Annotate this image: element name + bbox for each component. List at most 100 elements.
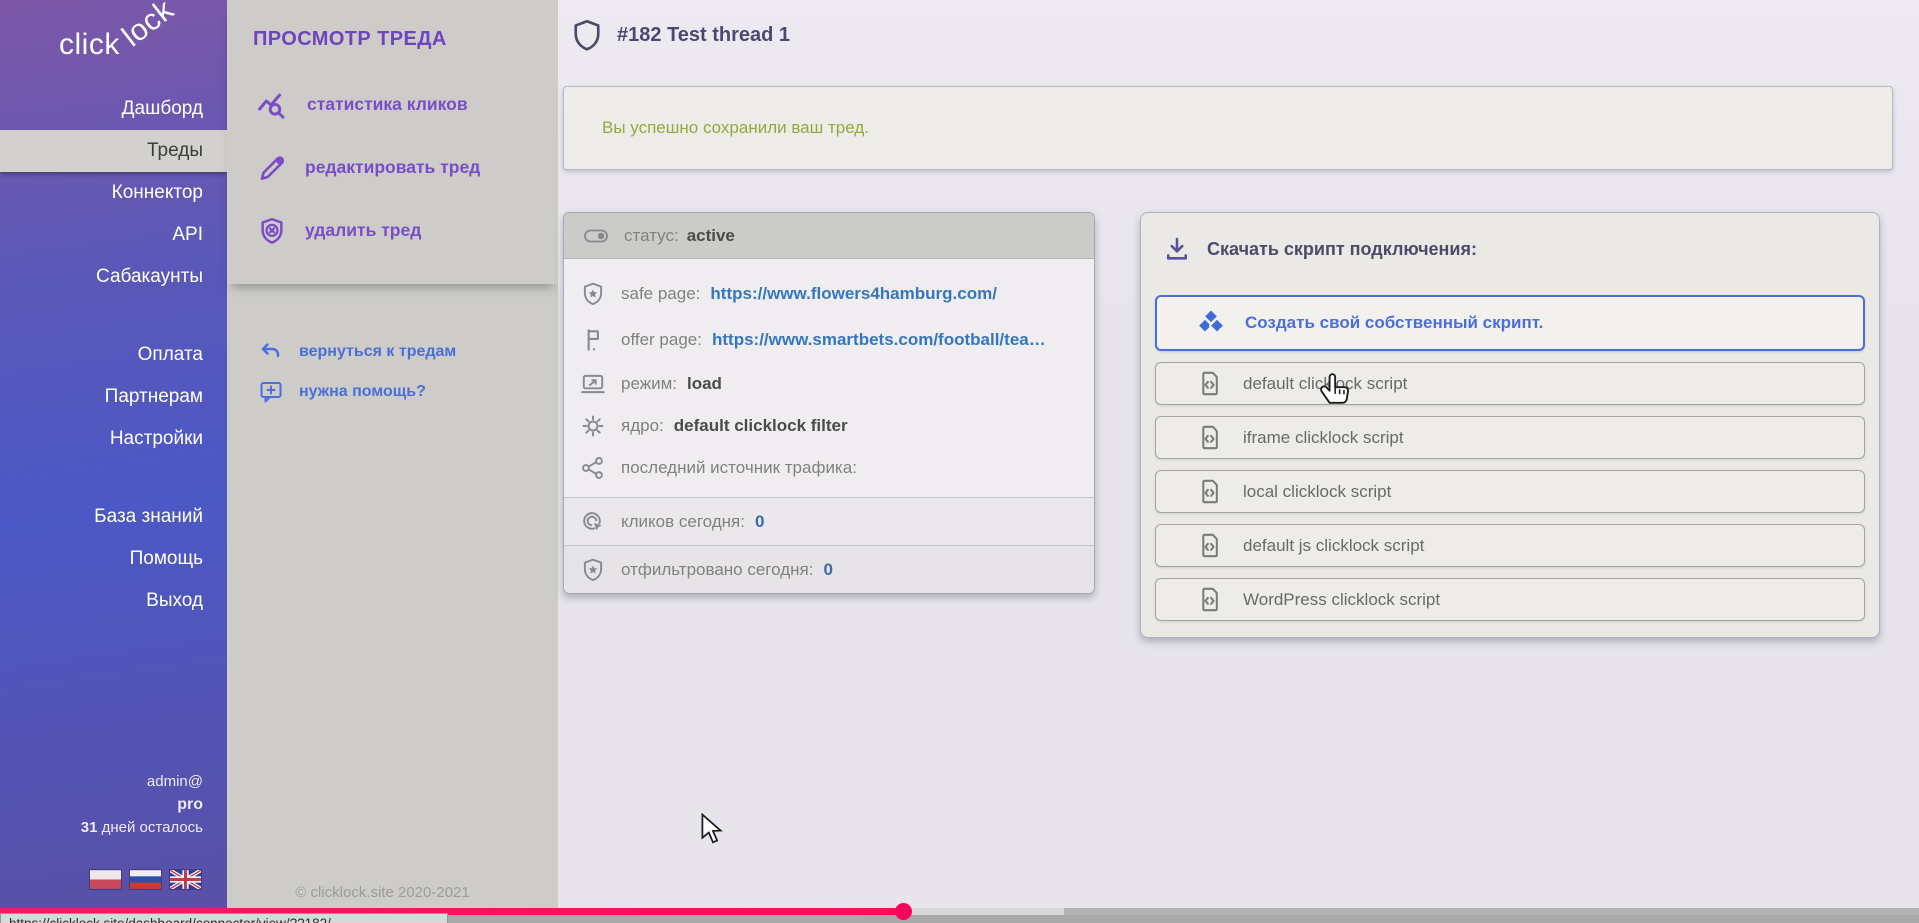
alert-message: Вы успешно сохранили ваш тред. xyxy=(602,118,869,138)
button-label: iframe clicklock script xyxy=(1243,428,1404,448)
download-scripts-card: Скачать скрипт подключения: Создать свой… xyxy=(1140,212,1880,638)
language-switcher xyxy=(90,870,201,889)
file-code-icon xyxy=(1196,478,1223,505)
thread-status-card: статус: active safe page: https://www.fl… xyxy=(563,212,1095,594)
account-plan: pro xyxy=(81,793,203,816)
scripts-card-title: Скачать скрипт подключения: xyxy=(1207,239,1477,260)
sidebar: click lock Дашборд Треды Коннектор API С… xyxy=(0,0,227,923)
panel-links: вернуться к тредам нужна помощь? xyxy=(227,332,558,412)
sidebar-item-settings[interactable]: Настройки xyxy=(0,418,227,460)
button-label: Создать свой собственный скрипт. xyxy=(1245,313,1543,333)
pencil-icon xyxy=(257,153,287,183)
clicklock-logo: click lock xyxy=(59,6,209,76)
sidebar-item-help[interactable]: Помощь xyxy=(0,538,227,580)
safe-page-row: safe page: https://www.flowers4hamburg.c… xyxy=(564,271,1094,317)
row-label: safe page: xyxy=(621,284,700,304)
offer-page-link[interactable]: https://www.smartbets.com/football/tea… xyxy=(712,330,1046,350)
counter-value: 0 xyxy=(755,512,764,532)
core-row: ядро: default clicklock filter xyxy=(564,405,1094,447)
sidebar-nav: Дашборд Треды Коннектор API Сабакаунты О… xyxy=(0,88,227,622)
uk-flag[interactable] xyxy=(170,870,201,889)
sidebar-item-connector[interactable]: Коннектор xyxy=(0,172,227,214)
sidebar-item-partners[interactable]: Партнерам xyxy=(0,376,227,418)
row-value: default clicklock filter xyxy=(674,416,848,436)
shield-star-icon xyxy=(580,557,606,583)
days-text: дней осталось xyxy=(102,819,203,836)
sidebar-item-knowledge-base[interactable]: База знаний xyxy=(0,496,227,538)
file-code-icon xyxy=(1196,586,1223,613)
clicks-today-row: кликов сегодня: 0 xyxy=(564,497,1094,545)
app-window: click lock Дашборд Треды Коннектор API С… xyxy=(0,0,1919,923)
action-label: редактировать тред xyxy=(305,157,480,178)
flag-icon xyxy=(580,327,606,353)
logo-text-click: click xyxy=(59,28,120,62)
row-label: последний источник трафика: xyxy=(621,458,857,478)
sidebar-item-api[interactable]: API xyxy=(0,214,227,256)
mode-row: режим: load xyxy=(564,363,1094,405)
progress-scrubber-knob[interactable] xyxy=(895,903,912,920)
file-code-icon xyxy=(1196,424,1223,451)
success-alert: Вы успешно сохранили ваш тред. xyxy=(563,86,1893,170)
row-value: load xyxy=(687,374,722,394)
toggle-icon xyxy=(582,224,610,248)
logo-text-lock: lock xyxy=(116,0,181,54)
thread-actions-block: ПРОСМОТР ТРЕДА статистика кликов редакти… xyxy=(227,0,558,284)
delete-thread-action[interactable]: удалить тред xyxy=(227,203,558,258)
button-label: default clicklock script xyxy=(1243,374,1407,394)
sidebar-item-logout[interactable]: Выход xyxy=(0,580,227,622)
back-to-threads-link[interactable]: вернуться к тредам xyxy=(227,332,558,372)
progress-remaining-segment xyxy=(1064,908,1919,915)
status-card-body: safe page: https://www.flowers4hamburg.c… xyxy=(564,259,1094,497)
local-clicklock-script-button[interactable]: local clicklock script xyxy=(1155,470,1865,513)
account-info: admin@ pro 31 дней осталось xyxy=(81,770,203,839)
sidebar-item-threads[interactable]: Треды xyxy=(0,130,227,172)
copyright-text: © clicklock.site 2020-2021 xyxy=(227,884,558,901)
last-traffic-source-row: последний источник трафика: xyxy=(564,447,1094,489)
counter-value: 0 xyxy=(823,560,832,580)
button-label: WordPress clicklock script xyxy=(1243,590,1440,610)
default-js-clicklock-script-button[interactable]: default js clicklock script xyxy=(1155,524,1865,567)
thread-view-panel: ПРОСМОТР ТРЕДА статистика кликов редакти… xyxy=(227,0,558,923)
sidebar-item-dashboard[interactable]: Дашборд xyxy=(0,88,227,130)
default-clicklock-script-button[interactable]: default clicklock script xyxy=(1155,362,1865,405)
button-label: local clicklock script xyxy=(1243,482,1391,502)
shield-star-icon xyxy=(580,281,606,307)
undo-icon xyxy=(259,340,283,364)
counter-label: кликов сегодня: xyxy=(621,512,745,532)
wordpress-clicklock-script-button[interactable]: WordPress clicklock script xyxy=(1155,578,1865,621)
create-own-script-button[interactable]: Создать свой собственный скрипт. xyxy=(1155,295,1865,351)
account-email: admin@ xyxy=(81,770,203,793)
help-plus-icon xyxy=(259,380,283,404)
sidebar-item-subaccounts[interactable]: Сабакаунты xyxy=(0,256,227,298)
link-label: нужна помощь? xyxy=(299,383,426,401)
counter-label: отфильтровано сегодня: xyxy=(621,560,813,580)
iframe-clicklock-script-button[interactable]: iframe clicklock script xyxy=(1155,416,1865,459)
click-icon xyxy=(580,509,606,535)
action-label: статистика кликов xyxy=(307,94,468,115)
action-label: удалить тред xyxy=(305,220,421,241)
poland-flag[interactable] xyxy=(90,870,121,889)
edit-thread-action[interactable]: редактировать тред xyxy=(227,140,558,195)
share-icon xyxy=(580,455,606,481)
click-stats-action[interactable]: статистика кликов xyxy=(227,77,558,132)
shield-x-icon xyxy=(257,216,287,246)
page-title: #182 Test thread 1 xyxy=(617,24,790,47)
need-help-link[interactable]: нужна помощь? xyxy=(227,372,558,412)
cubes-icon xyxy=(1195,307,1227,339)
row-label: режим: xyxy=(621,374,677,394)
gear-icon xyxy=(580,413,606,439)
thread-header: #182 Test thread 1 xyxy=(572,18,790,52)
browser-status-url: https://clicklock.site/dashboard/connect… xyxy=(0,913,448,923)
status-value: active xyxy=(687,226,735,246)
filtered-today-row: отфильтровано сегодня: 0 xyxy=(564,545,1094,593)
offer-page-row: offer page: https://www.smartbets.com/fo… xyxy=(564,317,1094,363)
sidebar-item-payment[interactable]: Оплата xyxy=(0,334,227,376)
download-icon xyxy=(1163,235,1191,263)
button-label: default js clicklock script xyxy=(1243,536,1424,556)
russia-flag[interactable] xyxy=(130,870,161,889)
link-label: вернуться к тредам xyxy=(299,343,456,361)
stats-search-icon xyxy=(257,89,289,121)
screen-arrow-icon xyxy=(580,371,606,397)
safe-page-link[interactable]: https://www.flowers4hamburg.com/ xyxy=(710,284,997,304)
main-content: #182 Test thread 1 Вы успешно сохранили … xyxy=(558,0,1919,923)
